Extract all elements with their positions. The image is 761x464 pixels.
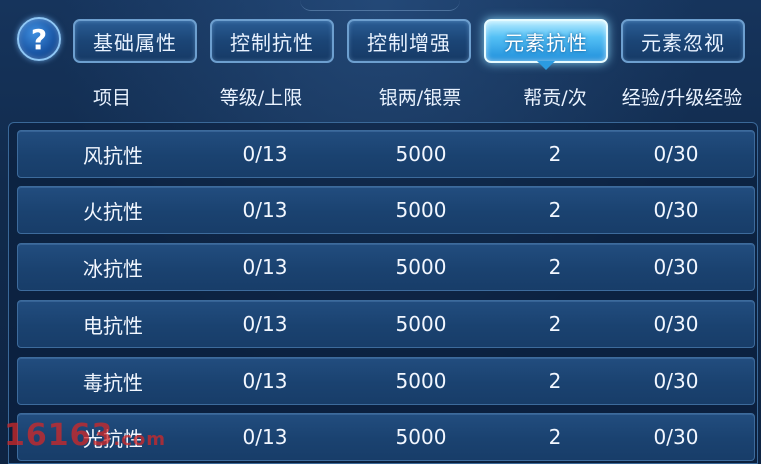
table-row[interactable]: 毒抗性 0/13 5000 2 0/30 bbox=[17, 357, 755, 405]
cell-experience: 0/30 bbox=[653, 198, 699, 222]
tab-basic-attributes[interactable]: 基础属性 bbox=[73, 19, 197, 63]
cell-experience: 0/30 bbox=[653, 255, 699, 279]
cell-contribution: 2 bbox=[548, 369, 562, 393]
watermark-main: 16163 bbox=[4, 418, 114, 453]
cell-experience: 0/30 bbox=[653, 142, 699, 166]
table-row[interactable]: 风抗性 0/13 5000 2 0/30 bbox=[17, 130, 755, 178]
header-contribution: 帮贡/次 bbox=[523, 86, 587, 109]
cell-level: 0/13 bbox=[242, 142, 288, 166]
table-row[interactable]: 冰抗性 0/13 5000 2 0/30 bbox=[17, 243, 755, 291]
cell-contribution: 2 bbox=[548, 255, 562, 279]
header-experience: 经验/升级经验 bbox=[621, 86, 743, 109]
header-level: 等级/上限 bbox=[219, 86, 303, 109]
cell-silver: 5000 bbox=[395, 255, 447, 279]
cell-level: 0/13 bbox=[242, 255, 288, 279]
cell-contribution: 2 bbox=[548, 142, 562, 166]
header-silver: 银两/银票 bbox=[378, 86, 462, 109]
cell-silver: 5000 bbox=[395, 425, 447, 449]
table-header: 项目 等级/上限 银两/银票 帮贡/次 经验/升级经验 bbox=[0, 72, 761, 120]
tab-label: 基础属性 bbox=[93, 30, 177, 55]
cell-contribution: 2 bbox=[548, 198, 562, 222]
cell-item: 毒抗性 bbox=[83, 370, 143, 395]
cell-contribution: 2 bbox=[548, 425, 562, 449]
tab-label: 控制抗性 bbox=[230, 30, 314, 55]
cell-experience: 0/30 bbox=[653, 425, 699, 449]
question-icon: ? bbox=[30, 22, 48, 56]
tab-element-resistance[interactable]: 元素抗性 bbox=[484, 19, 608, 63]
cell-item: 风抗性 bbox=[83, 143, 143, 168]
cell-experience: 0/30 bbox=[653, 369, 699, 393]
cell-experience: 0/30 bbox=[653, 312, 699, 336]
active-tab-pointer-icon bbox=[537, 61, 555, 70]
tab-label: 元素抗性 bbox=[504, 30, 588, 55]
cell-silver: 5000 bbox=[395, 142, 447, 166]
cell-silver: 5000 bbox=[395, 198, 447, 222]
header-item: 项目 bbox=[92, 86, 131, 109]
tab-element-ignore[interactable]: 元素忽视 bbox=[621, 19, 745, 63]
tab-label: 元素忽视 bbox=[641, 30, 725, 55]
cell-contribution: 2 bbox=[548, 312, 562, 336]
cell-item: 电抗性 bbox=[83, 313, 143, 338]
watermark-suffix: .com bbox=[113, 429, 167, 450]
cell-level: 0/13 bbox=[242, 369, 288, 393]
cell-item: 火抗性 bbox=[83, 199, 143, 224]
table-row[interactable]: 火抗性 0/13 5000 2 0/30 bbox=[17, 186, 755, 234]
top-ornament bbox=[300, 0, 460, 11]
site-watermark: 16163.com bbox=[4, 418, 166, 453]
cell-level: 0/13 bbox=[242, 425, 288, 449]
tab-control-resistance[interactable]: 控制抗性 bbox=[210, 19, 334, 63]
cell-level: 0/13 bbox=[242, 198, 288, 222]
cell-item: 冰抗性 bbox=[83, 256, 143, 281]
tab-label: 控制增强 bbox=[367, 30, 451, 55]
resistance-panel: ? 基础属性 控制抗性 控制增强 元素抗性 元素忽视 项目 等级/上限 银两/银… bbox=[0, 0, 761, 464]
cell-level: 0/13 bbox=[242, 312, 288, 336]
table-row[interactable]: 电抗性 0/13 5000 2 0/30 bbox=[17, 300, 755, 348]
help-button[interactable]: ? bbox=[17, 17, 61, 61]
tab-control-enhance[interactable]: 控制增强 bbox=[347, 19, 471, 63]
cell-silver: 5000 bbox=[395, 312, 447, 336]
cell-silver: 5000 bbox=[395, 369, 447, 393]
